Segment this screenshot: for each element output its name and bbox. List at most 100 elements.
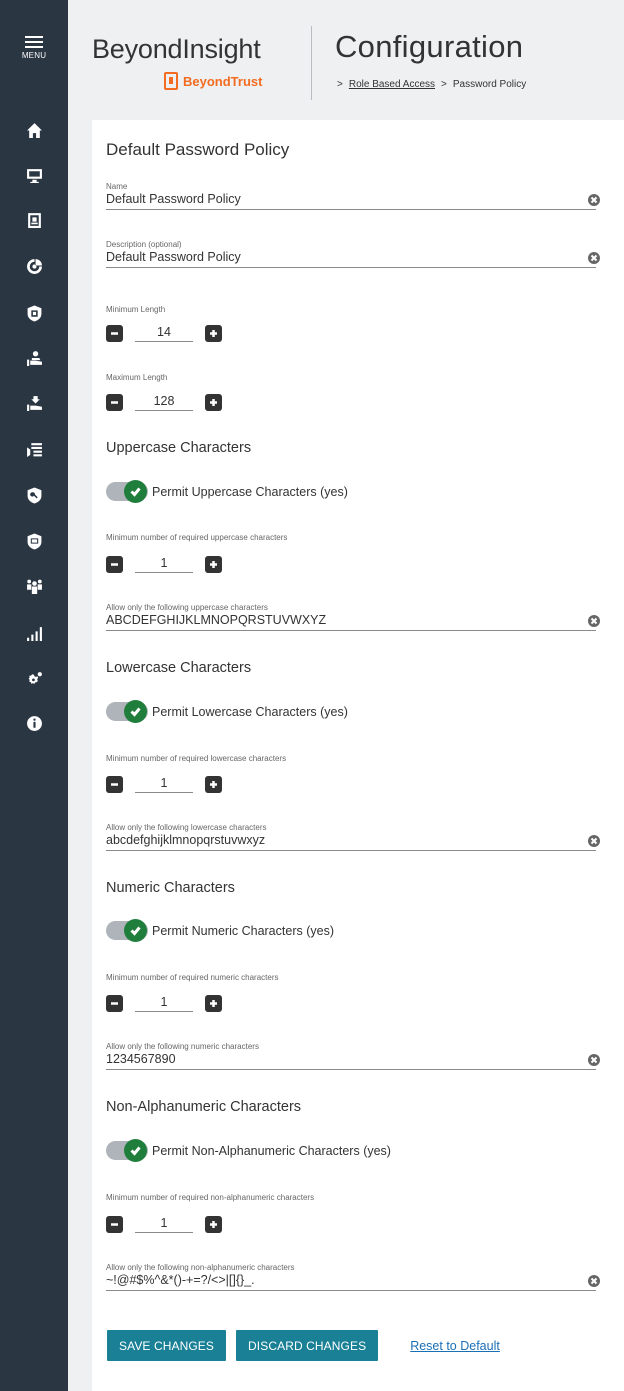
vault-icon[interactable] bbox=[22, 301, 46, 325]
decrement-button[interactable] bbox=[106, 393, 123, 411]
numeric-toggle[interactable]: Permit Numeric Characters (yes) bbox=[106, 919, 334, 942]
max-length-stepper: 128 bbox=[106, 391, 222, 413]
lowercase-allowed-field[interactable]: Allow only the following lowercase chara… bbox=[106, 823, 600, 851]
toggle-track[interactable] bbox=[106, 700, 148, 723]
users-icon[interactable] bbox=[22, 574, 46, 598]
uppercase-toggle-label: Permit Uppercase Characters (yes) bbox=[152, 484, 348, 499]
clear-description-icon[interactable] bbox=[588, 252, 600, 264]
home-icon[interactable] bbox=[22, 118, 46, 142]
check-icon bbox=[124, 700, 147, 723]
uppercase-allowed-input[interactable]: ABCDEFGHIJKLMNOPQRSTUVWXYZ bbox=[106, 613, 596, 631]
sidebar: MENU bbox=[0, 0, 68, 1391]
firewall-icon[interactable] bbox=[22, 437, 46, 461]
numeric-min-label: Minimum number of required numeric chara… bbox=[106, 973, 279, 982]
beyondtrust-logo: BeyondTrust bbox=[164, 72, 262, 90]
numeric-allowed-input[interactable]: 1234567890 bbox=[106, 1052, 596, 1070]
clear-uppercase-icon[interactable] bbox=[588, 615, 600, 627]
decrement-button[interactable] bbox=[106, 775, 123, 793]
name-input[interactable]: Default Password Policy bbox=[106, 192, 596, 210]
min-length-label: Minimum Length bbox=[106, 305, 166, 314]
clear-lowercase-icon[interactable] bbox=[588, 835, 600, 847]
uppercase-min-input[interactable]: 1 bbox=[135, 556, 193, 573]
min-length-input[interactable]: 14 bbox=[135, 325, 193, 342]
hand-user-icon[interactable] bbox=[22, 346, 46, 370]
nonalpha-section-title: Non-Alphanumeric Characters bbox=[106, 1099, 302, 1115]
reports-icon[interactable] bbox=[22, 621, 46, 645]
hand-tray-icon[interactable] bbox=[22, 391, 46, 415]
settings-icon[interactable] bbox=[22, 667, 46, 691]
badge-icon[interactable] bbox=[22, 208, 46, 232]
check-icon bbox=[124, 1139, 147, 1162]
uppercase-section-title: Uppercase Characters bbox=[106, 440, 252, 456]
info-icon[interactable] bbox=[22, 711, 46, 735]
uppercase-min-stepper: 1 bbox=[106, 553, 222, 575]
name-label: Name bbox=[106, 182, 128, 191]
lowercase-allowed-label: Allow only the following lowercase chara… bbox=[106, 823, 267, 832]
decrement-button[interactable] bbox=[106, 555, 123, 573]
save-changes-button[interactable]: SAVE CHANGES bbox=[107, 1330, 227, 1361]
clear-name-icon[interactable] bbox=[588, 194, 600, 206]
nonalpha-toggle-label: Permit Non-Alphanumeric Characters (yes) bbox=[152, 1143, 391, 1158]
reset-to-default-link[interactable]: Reset to Default bbox=[410, 1339, 500, 1353]
nonalpha-min-input[interactable]: 1 bbox=[135, 1216, 193, 1233]
toggle-track[interactable] bbox=[106, 919, 148, 942]
nonalpha-allowed-label: Allow only the following non-alphanumeri… bbox=[106, 1263, 295, 1272]
monitor-icon[interactable] bbox=[22, 163, 46, 187]
uppercase-allowed-label: Allow only the following uppercase chara… bbox=[106, 603, 268, 612]
form-title: Default Password Policy bbox=[106, 140, 290, 159]
name-field[interactable]: Name Default Password Policy bbox=[106, 182, 600, 210]
nonalpha-toggle[interactable]: Permit Non-Alphanumeric Characters (yes) bbox=[106, 1139, 391, 1162]
lowercase-section-title: Lowercase Characters bbox=[106, 660, 252, 676]
nonalpha-min-label: Minimum number of required non-alphanume… bbox=[106, 1193, 315, 1202]
description-input[interactable]: Default Password Policy bbox=[106, 250, 596, 268]
increment-button[interactable] bbox=[205, 1215, 222, 1233]
nonalpha-allowed-field[interactable]: Allow only the following non-alphanumeri… bbox=[106, 1263, 600, 1291]
decrement-button[interactable] bbox=[106, 324, 123, 342]
menu-label: MENU bbox=[21, 51, 47, 60]
numeric-min-input[interactable]: 1 bbox=[135, 995, 193, 1012]
toggle-track[interactable] bbox=[106, 480, 148, 503]
min-length-stepper: 14 bbox=[106, 322, 222, 344]
max-length-label: Maximum Length bbox=[106, 373, 168, 382]
lowercase-min-label: Minimum number of required lowercase cha… bbox=[106, 754, 287, 763]
numeric-toggle-label: Permit Numeric Characters (yes) bbox=[152, 923, 334, 938]
lowercase-toggle-label: Permit Lowercase Characters (yes) bbox=[152, 704, 348, 719]
numeric-allowed-field[interactable]: Allow only the following numeric charact… bbox=[106, 1042, 600, 1070]
lowercase-min-stepper: 1 bbox=[106, 773, 222, 795]
form-actions: SAVE CHANGES DISCARD CHANGES Reset to De… bbox=[107, 1330, 500, 1361]
check-icon bbox=[124, 919, 147, 942]
uppercase-toggle[interactable]: Permit Uppercase Characters (yes) bbox=[106, 480, 348, 503]
max-length-input[interactable]: 128 bbox=[135, 394, 193, 411]
main-area: BeyondInsight BeyondTrust Configuration … bbox=[68, 0, 624, 1391]
beyondtrust-logo-icon bbox=[164, 72, 178, 90]
decrement-button[interactable] bbox=[106, 1215, 123, 1233]
nonalpha-allowed-input[interactable]: ~!@#$%^&*()-+=?/<>|[]{}_. bbox=[106, 1273, 596, 1291]
subbrand-label: BeyondTrust bbox=[183, 73, 263, 89]
breadcrumb: > Role Based Access > Password Policy bbox=[337, 79, 526, 90]
description-field[interactable]: Description (optional) Default Password … bbox=[106, 240, 600, 268]
lowercase-min-input[interactable]: 1 bbox=[135, 776, 193, 793]
nonalpha-min-stepper: 1 bbox=[106, 1213, 222, 1235]
breadcrumb-separator: > bbox=[337, 79, 343, 90]
increment-button[interactable] bbox=[205, 393, 222, 411]
clear-nonalpha-icon[interactable] bbox=[588, 1275, 600, 1287]
uppercase-allowed-field[interactable]: Allow only the following uppercase chara… bbox=[106, 603, 600, 631]
password-policy-form: Default Password Policy Name Default Pas… bbox=[92, 120, 624, 1391]
shield-key-icon[interactable] bbox=[22, 483, 46, 507]
increment-button[interactable] bbox=[205, 324, 222, 342]
breadcrumb-current: Password Policy bbox=[452, 79, 527, 90]
description-label: Description (optional) bbox=[106, 240, 182, 249]
lowercase-allowed-input[interactable]: abcdefghijklmnopqrstuvwxyz bbox=[106, 833, 596, 851]
increment-button[interactable] bbox=[205, 994, 222, 1012]
menu-button[interactable]: MENU bbox=[17, 36, 51, 60]
toggle-track[interactable] bbox=[106, 1139, 148, 1162]
clear-numeric-icon[interactable] bbox=[588, 1054, 600, 1066]
increment-button[interactable] bbox=[205, 555, 222, 573]
analytics-icon[interactable] bbox=[22, 254, 46, 278]
discard-changes-button[interactable]: DISCARD CHANGES bbox=[236, 1330, 379, 1361]
increment-button[interactable] bbox=[205, 775, 222, 793]
shield-device-icon[interactable] bbox=[22, 529, 46, 553]
decrement-button[interactable] bbox=[106, 994, 123, 1012]
lowercase-toggle[interactable]: Permit Lowercase Characters (yes) bbox=[106, 700, 348, 723]
breadcrumb-link-role-based-access[interactable]: Role Based Access bbox=[349, 79, 435, 90]
